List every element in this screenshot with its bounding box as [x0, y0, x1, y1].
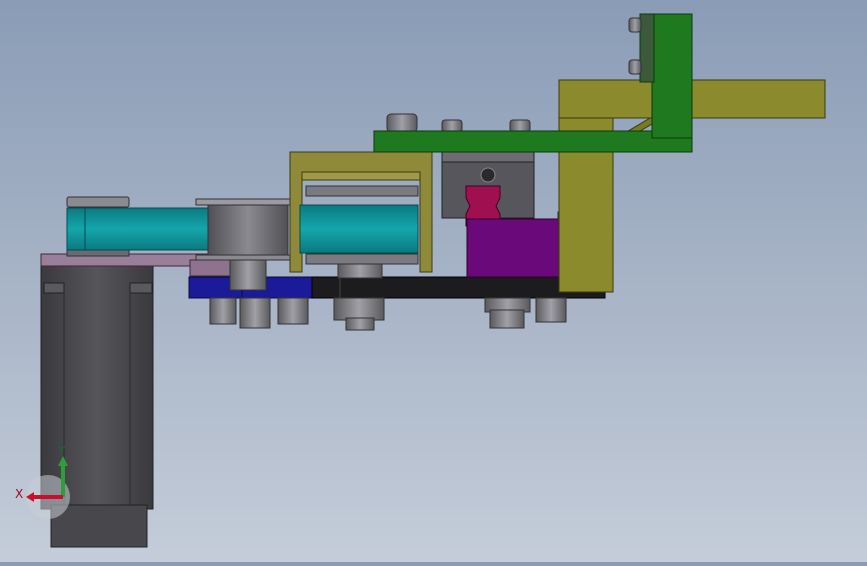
timing-belt[interactable] [66, 207, 228, 251]
top-bolts [386, 113, 531, 133]
cad-viewport[interactable]: Y X [0, 0, 867, 562]
assembly-drawing[interactable]: Y X [0, 0, 867, 562]
frame-pulley[interactable] [299, 185, 419, 279]
bottom-nuts [209, 297, 567, 331]
y-axis-label: Y [57, 444, 66, 458]
x-axis-label: X [15, 487, 23, 501]
